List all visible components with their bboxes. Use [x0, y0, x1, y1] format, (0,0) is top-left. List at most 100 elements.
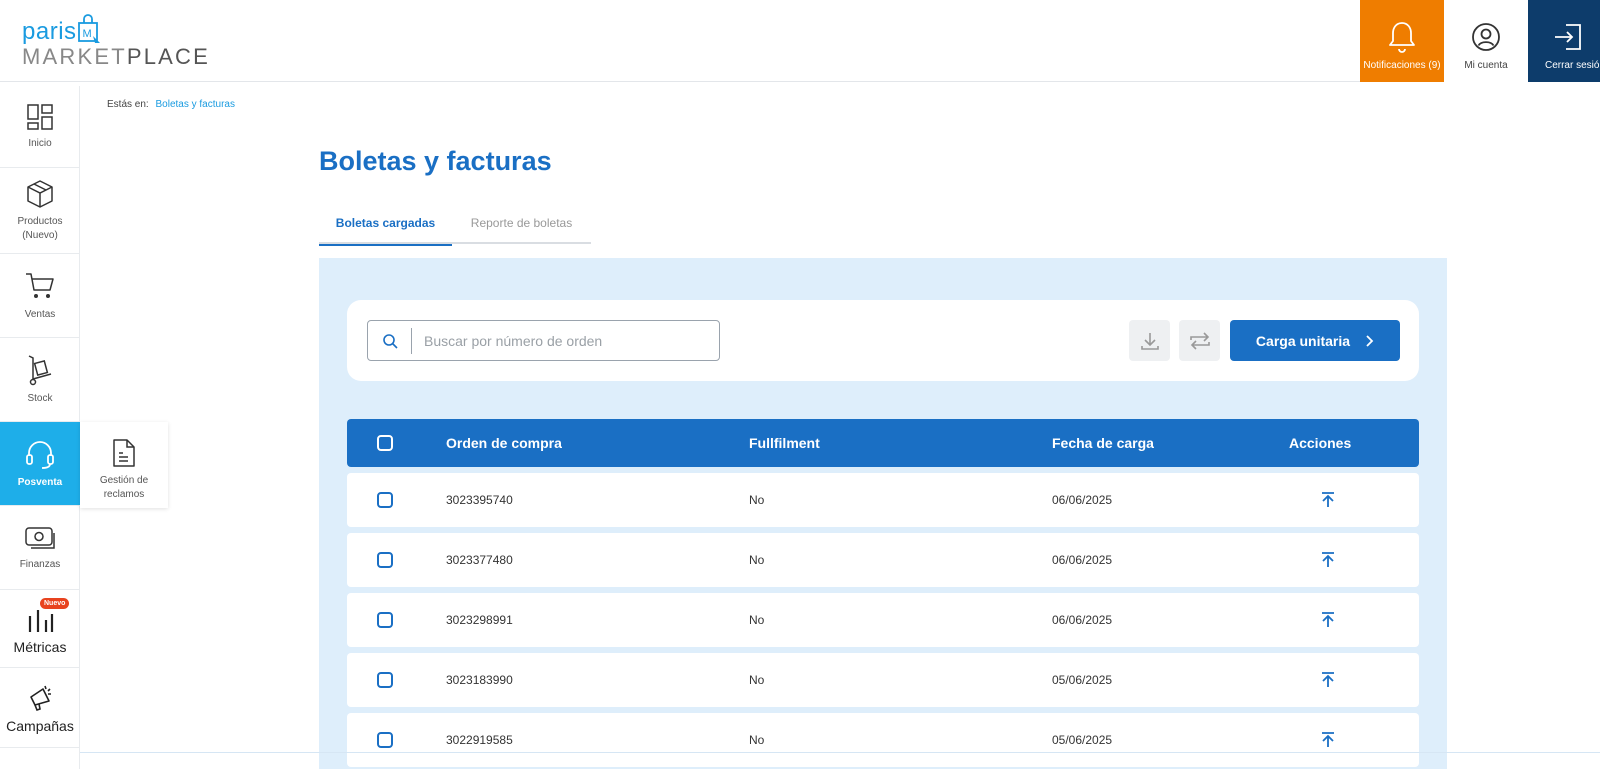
sidebar-item-stock[interactable]: Stock — [0, 338, 80, 422]
megaphone-icon — [30, 685, 51, 711]
svg-text:M: M — [83, 28, 92, 40]
cell-acciones — [1320, 533, 1336, 587]
sidebar-item-inicio[interactable]: Inicio — [0, 86, 80, 168]
row-checkbox-cell — [377, 533, 397, 587]
headset-icon — [26, 440, 54, 469]
cell-fecha: 06/06/2025 — [1052, 613, 1113, 627]
table-row: 3023183990 No 05/06/2025 — [347, 653, 1419, 707]
user-circle-icon — [1472, 23, 1500, 51]
header-fecha[interactable]: Fecha de carga — [1052, 419, 1154, 467]
submenu-gestion-reclamos[interactable]: Gestión de reclamos — [80, 422, 168, 508]
cell-acciones — [1320, 473, 1336, 527]
sidebar-item-label: Campañas — [6, 717, 74, 734]
cell-acciones — [1320, 713, 1336, 767]
cell-fecha: 06/06/2025 — [1052, 493, 1113, 507]
upload-icon[interactable] — [1320, 611, 1336, 629]
search-icon — [382, 333, 398, 349]
logo-text-marketplace: MARKETPLACE — [22, 44, 211, 69]
sidebar-item-ventas[interactable]: Ventas — [0, 254, 80, 338]
tab-boletas-cargadas[interactable]: Boletas cargadas — [319, 202, 452, 246]
tab-reporte-de-boletas[interactable]: Reporte de boletas — [452, 202, 591, 244]
row-checkbox-cell — [377, 653, 397, 707]
sidebar-item-finanzas[interactable]: Finanzas — [0, 506, 80, 590]
upload-icon[interactable] — [1320, 671, 1336, 689]
hand-truck-icon — [28, 354, 52, 385]
sidebar-item-label: Finanzas — [19, 558, 61, 570]
refresh-swap-button[interactable] — [1179, 320, 1220, 361]
download-button[interactable] — [1129, 320, 1170, 361]
header-acciones: Acciones — [1289, 435, 1352, 451]
swap-arrows-icon — [1189, 331, 1210, 350]
toolbar: Carga unitaria — [347, 300, 1419, 381]
my-account-button[interactable]: Mi cuenta — [1444, 0, 1528, 82]
shopping-bag-icon: M — [78, 14, 100, 43]
row-checkbox[interactable] — [377, 492, 393, 508]
download-icon — [1140, 332, 1159, 350]
cell-acciones — [1320, 653, 1336, 707]
upload-icon[interactable] — [1320, 731, 1336, 749]
cell-acciones — [1320, 593, 1336, 647]
cart-icon — [26, 272, 54, 298]
new-badge: Nuevo — [40, 598, 70, 609]
money-icon — [25, 526, 55, 549]
cell-fecha: 05/06/2025 — [1052, 733, 1113, 747]
notifications-button[interactable]: Notificaciones (9) — [1360, 0, 1444, 82]
dashboard-icon — [27, 103, 53, 130]
row-checkbox[interactable] — [377, 612, 393, 628]
cell-orden: 3022919585 — [446, 733, 513, 747]
upload-icon[interactable] — [1320, 551, 1336, 569]
search-input[interactable] — [424, 332, 704, 349]
bottom-divider — [80, 752, 1600, 753]
table-row: 3023395740 No 06/06/2025 — [347, 473, 1419, 527]
carga-unitaria-label: Carga unitaria — [1255, 332, 1351, 349]
cell-fullfilment: No — [749, 493, 765, 507]
page-title: Boletas y facturas — [319, 146, 552, 176]
sidebar-item-campanas[interactable]: Campañas — [0, 668, 80, 748]
row-checkbox-cell — [377, 713, 397, 767]
cell-fullfilment: No — [749, 613, 765, 627]
select-all-checkbox[interactable] — [377, 435, 393, 451]
cell-orden: 3023183990 — [446, 673, 513, 687]
row-checkbox[interactable] — [377, 552, 393, 568]
row-checkbox[interactable] — [377, 732, 393, 748]
chevron-right-icon — [1366, 334, 1374, 347]
carga-unitaria-button[interactable]: Carga unitaria — [1230, 320, 1400, 361]
sidebar-item-label: Stock — [27, 392, 53, 404]
top-header: paris M MARKETPLACE Notificaciones (9) M… — [0, 0, 1600, 82]
logo-text-paris: paris — [22, 18, 77, 45]
search-icon-wrap — [368, 327, 412, 354]
sidebar-item-metricas[interactable]: Nuevo Métricas — [0, 590, 80, 668]
sidebar-item-posventa[interactable]: Posventa — [0, 422, 80, 506]
table-header: Orden de compra Fullfilment Fecha de car… — [347, 419, 1419, 467]
row-checkbox[interactable] — [377, 672, 393, 688]
sidebar-item-label: Inicio — [28, 137, 52, 149]
header-orden[interactable]: Orden de compra — [446, 419, 562, 467]
cell-fecha: 06/06/2025 — [1052, 553, 1113, 567]
select-all-cell — [377, 419, 397, 467]
tabs: Boletas cargadas Reporte de boletas — [319, 202, 591, 246]
document-icon — [113, 439, 135, 467]
box-icon — [27, 179, 53, 208]
cell-fecha: 05/06/2025 — [1052, 673, 1113, 687]
table-row: 3023377480 No 06/06/2025 — [347, 533, 1419, 587]
cell-orden: 3023298991 — [446, 613, 513, 627]
cell-fullfilment: No — [749, 733, 765, 747]
row-checkbox-cell — [377, 593, 397, 647]
bell-icon — [1389, 22, 1415, 53]
breadcrumb: Estás en: Boletas y facturas — [107, 99, 235, 110]
sidebar-item-label: Posventa — [17, 476, 63, 488]
submenu-label: Gestión de reclamos — [99, 475, 149, 500]
paris-marketplace-logo[interactable]: paris M MARKETPLACE — [22, 14, 222, 70]
sidebar-item-productos[interactable]: Productos (Nuevo) — [0, 168, 80, 254]
logout-button[interactable]: Cerrar sesión — [1528, 0, 1600, 82]
row-checkbox-cell — [377, 473, 397, 527]
logout-label: Cerrar sesión — [1544, 60, 1600, 71]
breadcrumb-current-link[interactable]: Boletas y facturas — [155, 99, 234, 110]
main-panel: Carga unitaria Orden de compra Fullfilme… — [319, 258, 1447, 769]
header-fullfilment[interactable]: Fullfilment — [749, 419, 820, 467]
notifications-label: Notificaciones (9) — [1363, 60, 1441, 71]
my-account-label: Mi cuenta — [1464, 60, 1508, 71]
upload-icon[interactable] — [1320, 491, 1336, 509]
table-row: 3022919585 No 05/06/2025 — [347, 713, 1419, 767]
cell-fullfilment: No — [749, 673, 765, 687]
